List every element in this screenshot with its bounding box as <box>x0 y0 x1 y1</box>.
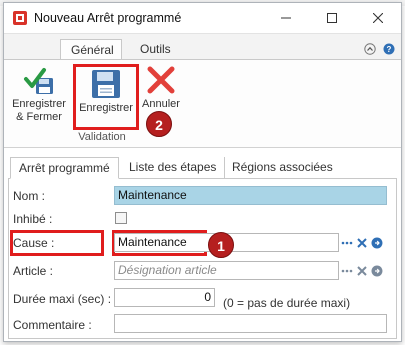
dialog-window: Nouveau Arrêt programmé Général Outils ? <box>3 2 402 342</box>
save-button[interactable]: Enregistrer <box>73 64 139 130</box>
ellipsis-icon[interactable] <box>341 265 353 277</box>
article-field[interactable]: Désignation article <box>114 261 339 280</box>
nom-label: Nom : <box>13 189 46 203</box>
tab-liste-etapes[interactable]: Liste des étapes <box>121 157 226 179</box>
inhibe-checkbox[interactable] <box>115 212 127 224</box>
duree-field[interactable]: 0 <box>114 288 215 307</box>
help-icon[interactable]: ? <box>383 43 395 55</box>
svg-text:?: ? <box>387 45 392 54</box>
open-link-icon[interactable] <box>371 237 383 249</box>
tab-general[interactable]: Général <box>60 39 122 61</box>
inhibe-label: Inhibé : <box>13 212 53 226</box>
maximize-icon <box>327 13 337 23</box>
open-link-icon[interactable] <box>371 265 383 277</box>
app-icon <box>13 11 27 25</box>
cause-label: Cause : <box>13 236 55 250</box>
annotation-badge-1: 1 <box>208 232 234 258</box>
save-label: Enregistrer <box>79 102 133 114</box>
maximize-button[interactable] <box>309 3 355 33</box>
save-close-label-line1: Enregistrer <box>12 98 66 110</box>
tab-regions-associees[interactable]: Régions associées <box>224 157 341 179</box>
commentaire-label: Commentaire : <box>13 318 92 332</box>
annotation-badge-2: 2 <box>146 111 172 137</box>
collapse-ribbon-icon[interactable] <box>364 43 376 55</box>
close-button[interactable] <box>355 3 401 33</box>
ribbon-group-label: Validation <box>78 131 126 143</box>
tab-outils[interactable]: Outils <box>130 39 181 61</box>
duree-hint: (0 = pas de durée maxi) <box>223 296 351 310</box>
ribbon-tab-strip: Général Outils ? <box>4 33 401 61</box>
clear-x-icon[interactable] <box>356 265 368 277</box>
ellipsis-icon[interactable] <box>341 237 353 249</box>
red-x-icon <box>147 66 175 94</box>
clear-x-icon[interactable] <box>356 237 368 249</box>
title-bar: Nouveau Arrêt programmé <box>4 3 401 33</box>
ribbon-panel: Enregistrer & Fermer Enregistrer Annuler… <box>4 59 401 148</box>
close-icon <box>373 13 383 23</box>
article-label: Article : <box>13 264 54 278</box>
nom-field[interactable]: Maintenance <box>114 186 387 205</box>
commentaire-field[interactable] <box>114 314 387 333</box>
minimize-icon <box>281 17 291 19</box>
content-tab-strip: Arrêt programmé Liste des étapes Régions… <box>8 157 397 179</box>
save-close-icon <box>24 68 53 94</box>
cancel-label: Annuler <box>142 98 180 110</box>
floppy-disk-icon <box>92 70 120 98</box>
save-close-label-line2: & Fermer <box>16 111 62 123</box>
save-and-close-button[interactable]: Enregistrer & Fermer <box>9 64 69 130</box>
tab-arret-programme[interactable]: Arrêt programmé <box>10 157 119 179</box>
minimize-button[interactable] <box>263 3 309 33</box>
duree-label: Durée maxi (sec) : <box>13 292 112 306</box>
window-title: Nouveau Arrêt programmé <box>34 11 182 25</box>
